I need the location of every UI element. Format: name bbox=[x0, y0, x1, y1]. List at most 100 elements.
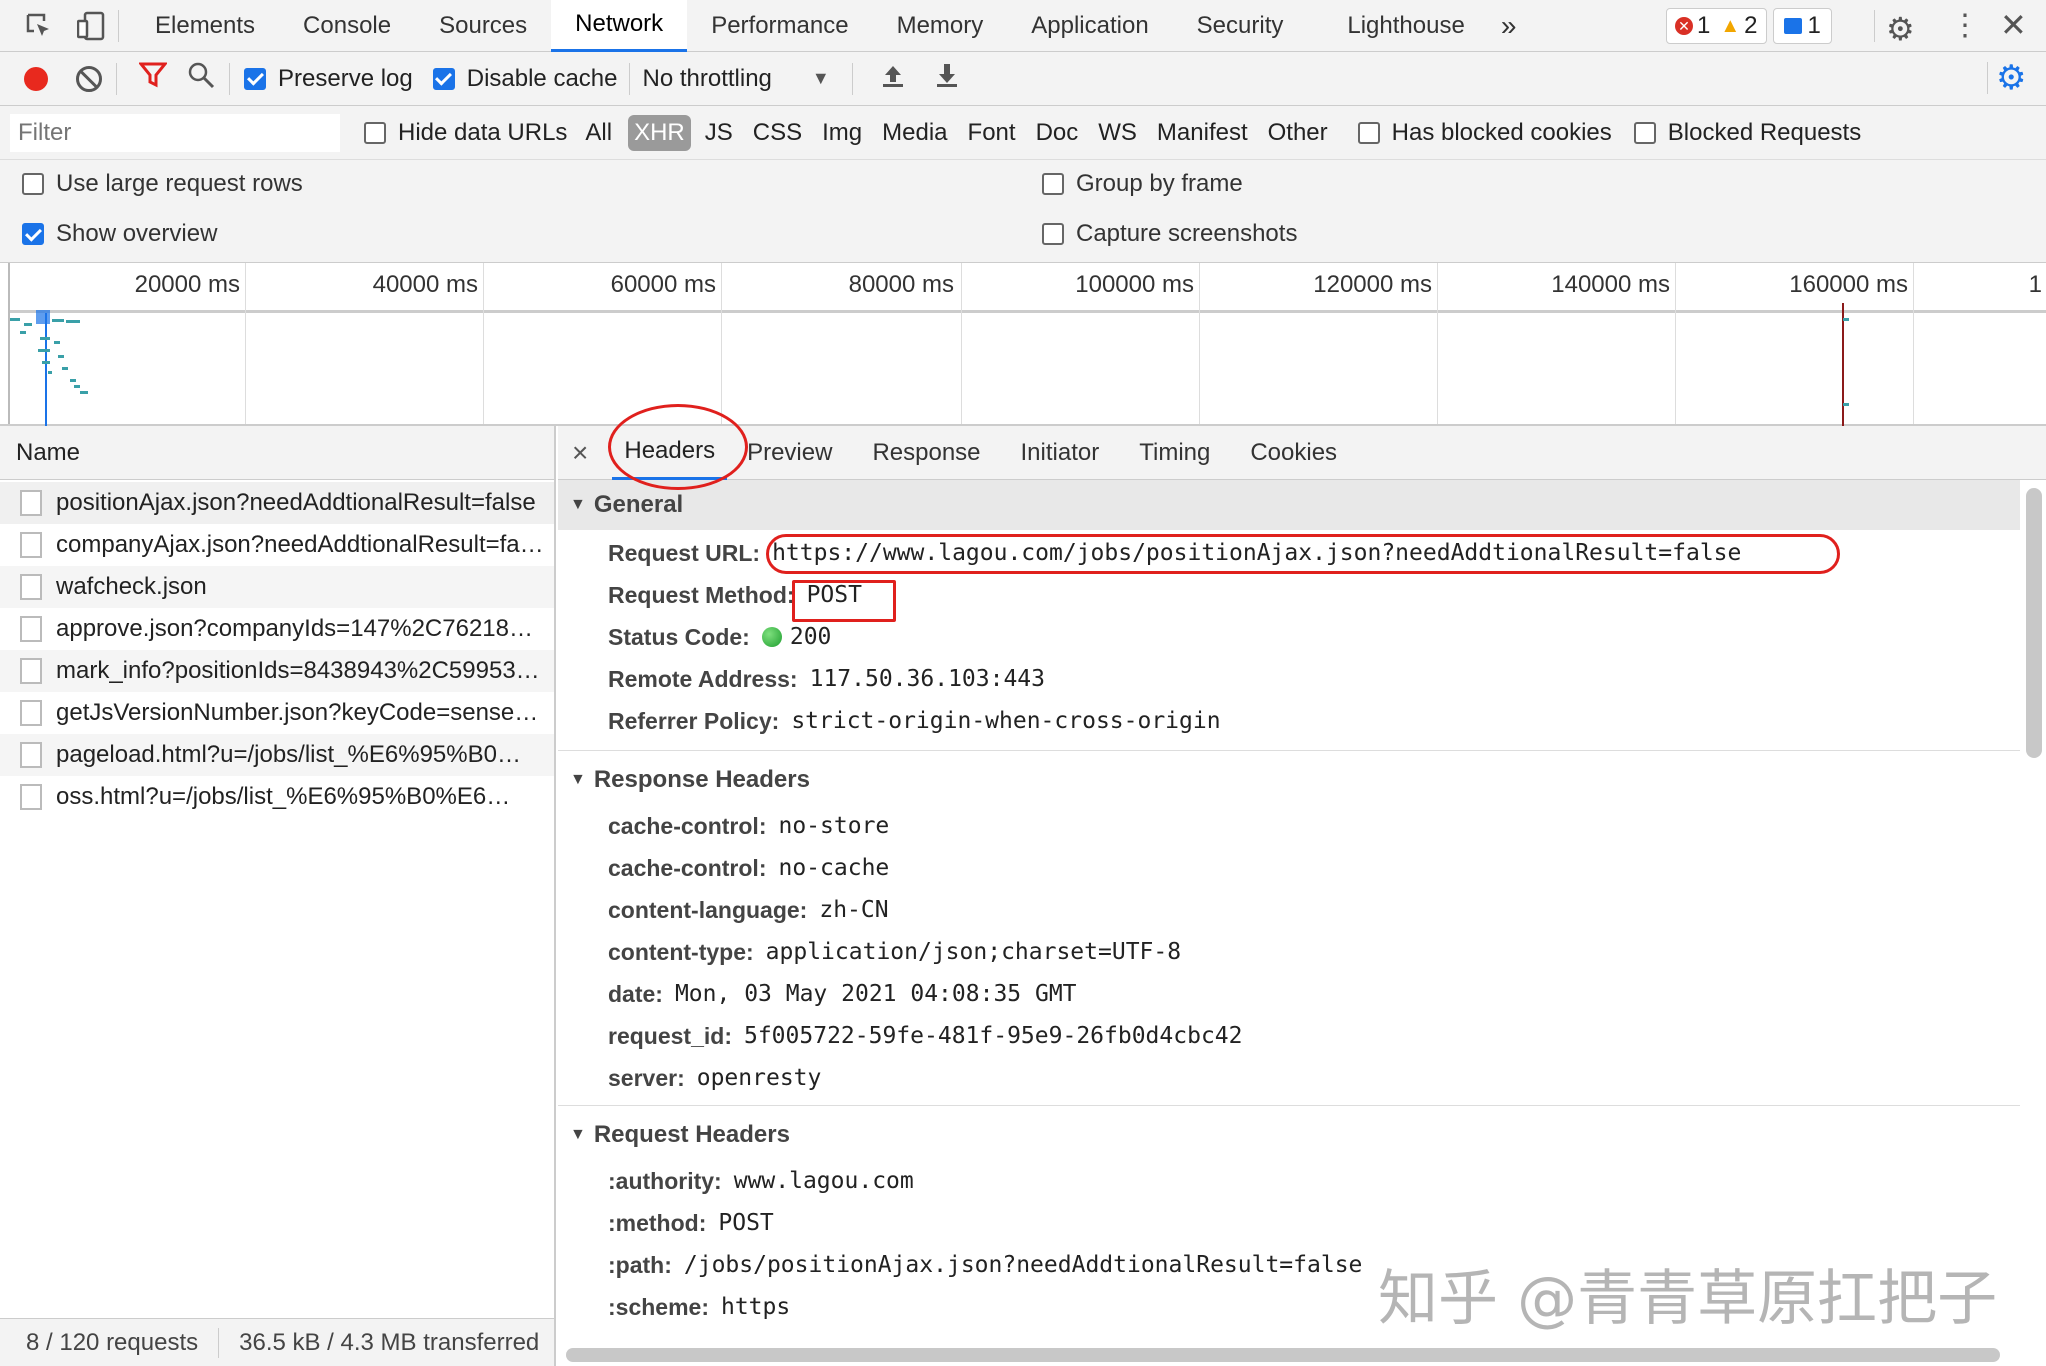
import-har-icon[interactable] bbox=[881, 62, 905, 95]
error-badge[interactable]: ✕ 1 ▲ 2 bbox=[1666, 8, 1767, 44]
general-section-toggle[interactable]: ▼ General bbox=[558, 480, 2020, 530]
show-overview-checkbox[interactable] bbox=[22, 223, 44, 245]
request-detail-pane: × Headers Preview Response Initiator Tim… bbox=[558, 404, 2046, 1366]
name-column-label: Name bbox=[16, 438, 81, 466]
request-row[interactable]: approve.json?companyIds=147%2C76218… bbox=[0, 608, 554, 650]
detail-tab-timing[interactable]: Timing bbox=[1119, 439, 1230, 467]
tab-console[interactable]: Console bbox=[279, 0, 415, 52]
type-ws[interactable]: WS bbox=[1098, 119, 1137, 147]
detail-tab-response[interactable]: Response bbox=[852, 439, 1000, 467]
type-media[interactable]: Media bbox=[882, 119, 947, 147]
has-blocked-cookies-checkbox[interactable] bbox=[1357, 121, 1380, 144]
header-key: request_id: bbox=[608, 1022, 732, 1049]
request-row[interactable]: getJsVersionNumber.json?keyCode=sense… bbox=[0, 692, 554, 734]
more-tabs-button[interactable]: » bbox=[1489, 0, 1529, 52]
issue-badges[interactable]: ✕ 1 ▲ 2 1 bbox=[1666, 8, 1832, 44]
response-header-row: server: openresty bbox=[558, 1057, 2020, 1099]
capture-screenshots-checkbox[interactable] bbox=[1042, 223, 1064, 245]
type-doc[interactable]: Doc bbox=[1036, 119, 1079, 147]
header-value: no-store bbox=[778, 813, 890, 839]
transferred-size: 36.5 kB / 4.3 MB transferred bbox=[239, 1328, 540, 1356]
more-menu-icon[interactable]: ⋮ bbox=[1950, 8, 1980, 43]
name-column-header[interactable]: Name bbox=[0, 426, 554, 480]
response-header-row: request_id: 5f005722-59fe-481f-95e9-26fb0… bbox=[558, 1015, 2020, 1057]
type-js[interactable]: JS bbox=[705, 119, 733, 147]
tab-network[interactable]: Network bbox=[551, 0, 688, 52]
tab-elements[interactable]: Elements bbox=[131, 0, 279, 52]
message-badge[interactable]: 1 bbox=[1772, 8, 1832, 44]
hide-data-urls-label: Hide data URLs bbox=[398, 118, 568, 146]
request-row[interactable]: oss.html?u=/jobs/list_%E6%95%B0%E6… bbox=[0, 776, 554, 818]
error-count: 1 bbox=[1697, 12, 1711, 39]
filter-bar: Hide data URLs All XHR JS CSS Img Media … bbox=[0, 106, 2046, 160]
warning-icon: ▲ bbox=[1720, 14, 1741, 37]
request-name: companyAjax.json?needAddtionalResult=fa… bbox=[56, 531, 544, 558]
status-bar: 8 / 120 requests 36.5 kB / 4.3 MB transf… bbox=[0, 1318, 554, 1366]
response-header-row: content-language: zh-CN bbox=[558, 889, 2020, 931]
request-count: 8 / 120 requests bbox=[26, 1328, 199, 1356]
triangle-down-icon: ▼ bbox=[570, 1126, 586, 1143]
request-headers-toggle[interactable]: ▼ Request Headers bbox=[558, 1110, 2020, 1160]
timeline-waterfall bbox=[10, 303, 1849, 426]
tab-memory[interactable]: Memory bbox=[873, 0, 1008, 52]
request-row[interactable]: wafcheck.json bbox=[0, 566, 554, 608]
inspect-icon[interactable] bbox=[24, 11, 54, 41]
close-devtools-icon[interactable]: ✕ bbox=[2000, 6, 2027, 44]
header-value: https bbox=[720, 1294, 791, 1320]
header-value: zh-CN bbox=[819, 897, 889, 923]
disable-cache-checkbox[interactable] bbox=[432, 67, 455, 90]
request-row[interactable]: positionAjax.json?needAddtionalResult=fa… bbox=[0, 482, 554, 524]
response-headers-title: Response Headers bbox=[593, 766, 810, 793]
timeline-overview[interactable]: 20000 ms 40000 ms 60000 ms 80000 ms 1000… bbox=[0, 263, 2046, 426]
tab-security[interactable]: Security bbox=[1173, 0, 1308, 52]
export-har-icon[interactable] bbox=[935, 62, 959, 95]
request-name: oss.html?u=/jobs/list_%E6%95%B0%E6… bbox=[56, 783, 511, 810]
filter-input[interactable] bbox=[10, 113, 340, 152]
hide-data-urls-checkbox[interactable] bbox=[364, 121, 386, 144]
annotation-circle-headers bbox=[608, 404, 748, 490]
type-xhr[interactable]: XHR bbox=[628, 114, 691, 151]
tab-sources[interactable]: Sources bbox=[415, 0, 551, 52]
request-row[interactable]: pageload.html?u=/jobs/list_%E6%95%B0… bbox=[0, 734, 554, 776]
group-by-frame-checkbox[interactable] bbox=[1042, 173, 1064, 195]
filter-funnel-icon[interactable] bbox=[137, 62, 169, 95]
network-settings-gear-icon[interactable]: ⚙ bbox=[1996, 58, 2026, 98]
device-toggle-icon[interactable] bbox=[76, 11, 106, 41]
throttling-select[interactable]: No throttling ▼ bbox=[642, 65, 829, 93]
request-header-row: :method: POST bbox=[558, 1202, 2020, 1244]
response-header-row: content-type: application/json;charset=UT… bbox=[558, 931, 2020, 973]
close-detail-icon[interactable]: × bbox=[572, 437, 588, 469]
general-row: Status Code: 200 bbox=[558, 616, 2020, 658]
horizontal-scrollbar[interactable] bbox=[566, 1348, 2000, 1362]
detail-tab-cookies[interactable]: Cookies bbox=[1230, 439, 1357, 467]
type-all[interactable]: All bbox=[585, 119, 612, 147]
type-css[interactable]: CSS bbox=[753, 119, 802, 147]
tab-application[interactable]: Application bbox=[1007, 0, 1172, 52]
tab-lighthouse[interactable]: Lighthouse bbox=[1323, 0, 1488, 52]
response-headers-toggle[interactable]: ▼ Response Headers bbox=[558, 755, 2020, 805]
tab-performance[interactable]: Performance bbox=[687, 0, 872, 52]
detail-tab-initiator[interactable]: Initiator bbox=[1001, 439, 1120, 467]
large-rows-checkbox[interactable] bbox=[22, 173, 44, 195]
request-row[interactable]: companyAjax.json?needAddtionalResult=fa… bbox=[0, 524, 554, 566]
search-icon[interactable] bbox=[187, 61, 215, 96]
request-row[interactable]: mark_info?positionIds=8438943%2C59953… bbox=[0, 650, 554, 692]
warning-count: 2 bbox=[1744, 12, 1758, 39]
clear-icon[interactable] bbox=[76, 65, 102, 92]
preserve-log-checkbox[interactable] bbox=[244, 67, 266, 90]
blocked-requests-checkbox[interactable] bbox=[1633, 121, 1656, 144]
record-icon[interactable] bbox=[24, 66, 48, 91]
vertical-scrollbar[interactable] bbox=[2026, 488, 2042, 758]
triangle-down-icon: ▼ bbox=[570, 496, 586, 513]
header-key: content-language: bbox=[608, 896, 808, 923]
header-key: Status Code: bbox=[608, 623, 750, 650]
request-header-row: :authority: www.lagou.com bbox=[558, 1160, 2020, 1202]
type-font[interactable]: Font bbox=[968, 119, 1016, 147]
status-code-value: 200 bbox=[789, 624, 832, 650]
type-other[interactable]: Other bbox=[1268, 119, 1328, 147]
header-key: Remote Address: bbox=[608, 665, 798, 692]
group-by-frame-label: Group by frame bbox=[1076, 170, 1243, 197]
type-img[interactable]: Img bbox=[822, 119, 862, 147]
settings-gear-icon[interactable]: ⚙ bbox=[1886, 10, 1915, 48]
type-manifest[interactable]: Manifest bbox=[1157, 119, 1248, 147]
